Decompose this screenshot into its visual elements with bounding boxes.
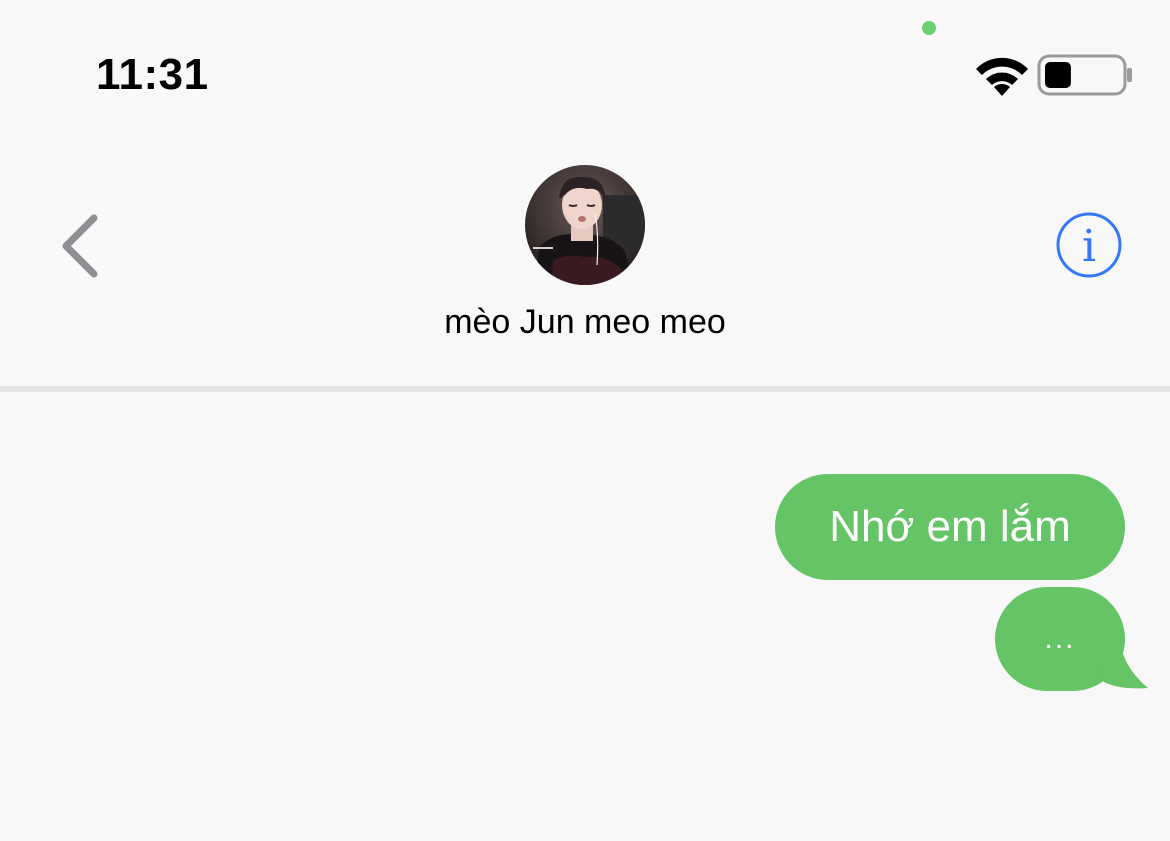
contact-avatar-image xyxy=(525,165,645,285)
contact-name[interactable]: mèo Jun meo meo xyxy=(0,303,1170,342)
battery-icon xyxy=(1037,54,1132,96)
status-time: 11:31 xyxy=(96,50,209,99)
status-bar: 11:31 xyxy=(0,0,1170,120)
wifi-icon xyxy=(976,57,1028,96)
avatar[interactable] xyxy=(525,165,645,285)
svg-text:i: i xyxy=(1082,221,1096,272)
info-icon[interactable]: i xyxy=(1054,210,1124,280)
chevron-left-icon[interactable] xyxy=(52,210,108,282)
bubble-tail xyxy=(1090,642,1148,689)
battery-level-fill xyxy=(1045,62,1071,88)
conversation-header: mèo Jun meo meo i xyxy=(0,120,1170,386)
message-bubble-outgoing[interactable]: Nhớ em lắm xyxy=(775,474,1125,580)
message-thread: Nhớ em lắm ... xyxy=(0,392,1170,841)
camera-in-use-indicator xyxy=(922,21,936,35)
